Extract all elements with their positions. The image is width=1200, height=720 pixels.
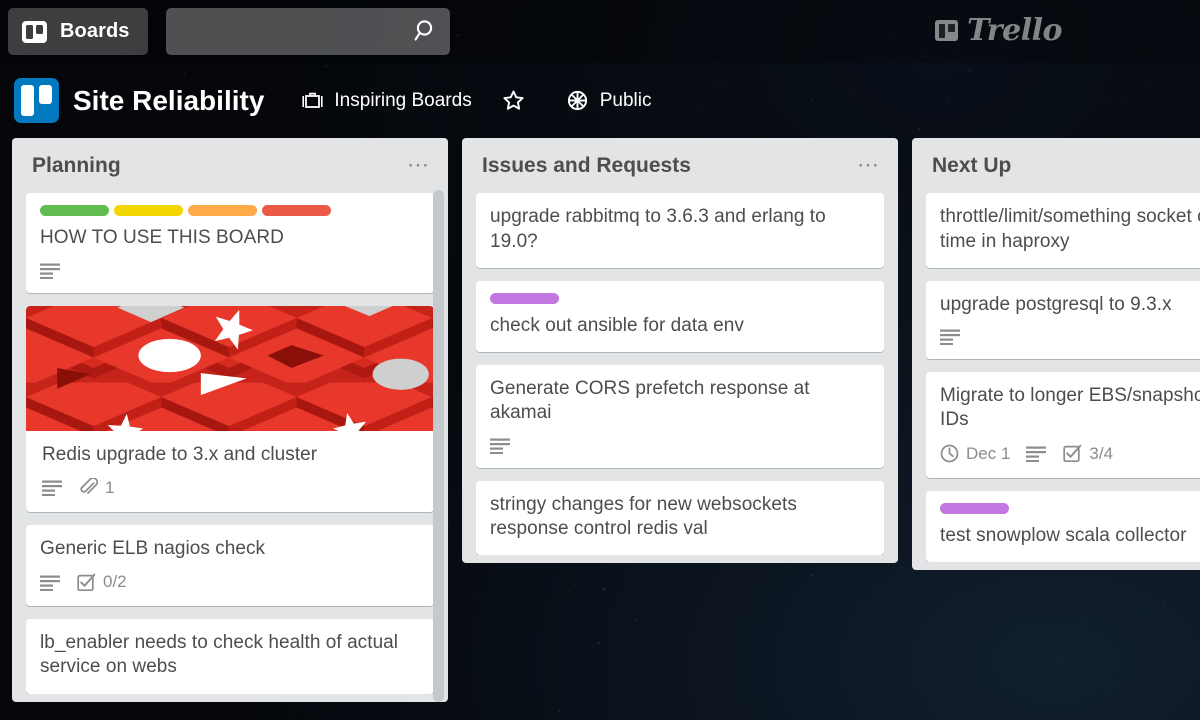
list-header: Next Up⋯ — [912, 138, 1200, 193]
list-cards: HOW TO USE THIS BOARD Redis upgrade to 3.… — [12, 193, 448, 694]
description-icon — [42, 480, 62, 497]
card-labels — [490, 292, 870, 304]
card-title: test snowplow scala collector — [940, 524, 1187, 546]
card-title: Redis upgrade to 3.x and cluster — [42, 443, 318, 465]
visibility-label: Public — [599, 89, 652, 111]
description-icon — [940, 329, 960, 346]
card-badge-due-date: Dec 1 — [940, 444, 1010, 464]
card-badge-text: 3/4 — [1089, 443, 1114, 463]
card-labels — [940, 502, 1200, 514]
card-title: upgrade rabbitmq to 3.6.3 and erlang to … — [490, 206, 826, 252]
card-title: Generate CORS prefetch response at akama… — [490, 378, 810, 424]
card-badge-description — [42, 479, 63, 497]
card-badge-attachment: 1 — [79, 478, 114, 498]
list-header: Issues and Requests ⋯ — [462, 138, 898, 193]
top-navigation-bar: Boards Trello — [0, 0, 1200, 63]
organization-link[interactable]: Inspiring Boards — [293, 83, 480, 119]
ellipsis-icon[interactable]: ⋯ — [397, 153, 434, 181]
card-badge-description — [490, 437, 511, 454]
board-icon — [22, 20, 47, 43]
card-badge-text: Dec 1 — [966, 443, 1011, 463]
card-title: HOW TO USE THIS BOARD — [40, 227, 284, 249]
card-badge-description — [40, 574, 61, 591]
board-list: Next Up⋯ throttle/limit/something socket … — [912, 138, 1200, 571]
board-card[interactable]: test snowplow scala collector — [926, 490, 1200, 563]
clock-icon — [940, 444, 959, 463]
board-title[interactable]: Site Reliability — [73, 85, 264, 117]
board-card[interactable]: upgrade postgresql to 9.3.x — [926, 280, 1200, 360]
description-icon — [40, 263, 60, 279]
card-labels — [40, 205, 420, 217]
organization-label: Inspiring Boards — [334, 89, 472, 111]
card-badge-text: 0/2 — [103, 572, 127, 592]
star-outline-icon — [503, 90, 524, 110]
checklist-icon — [1063, 444, 1082, 463]
board-list: Planning ⋯ HOW TO USE THIS BOARD Redis upgr… — [12, 138, 448, 702]
card-badge-checklist: 3/4 — [1063, 444, 1113, 464]
card-label-chip[interactable] — [114, 205, 183, 217]
card-badge-text: 1 — [105, 477, 115, 497]
card-badges: 0/2 — [40, 572, 420, 592]
card-title: upgrade postgresql to 9.3.x — [940, 293, 1172, 315]
board-card[interactable]: check out ansible for data env — [476, 280, 884, 353]
card-badges: 1 — [26, 478, 434, 498]
visibility-button[interactable]: Public — [557, 82, 661, 119]
card-badge-description — [40, 262, 61, 279]
board-card[interactable]: HOW TO USE THIS BOARD — [26, 193, 434, 293]
list-cards: upgrade rabbitmq to 3.6.3 and erlang to … — [462, 193, 898, 556]
list-title[interactable]: Next Up — [932, 154, 1011, 177]
ellipsis-icon[interactable]: ⋯ — [847, 153, 884, 181]
boards-button[interactable]: Boards — [8, 8, 148, 55]
card-title: lb_enabler needs to check health of actu… — [40, 632, 399, 678]
search-input[interactable] — [178, 8, 408, 55]
boards-button-label: Boards — [60, 20, 130, 42]
globe-icon — [567, 90, 587, 111]
board-card[interactable]: Migrate to longer EBS/snapshot resources… — [926, 372, 1200, 478]
card-label-chip[interactable] — [262, 205, 331, 217]
card-badge-description — [1026, 445, 1047, 463]
card-badge-checklist: 0/2 — [77, 572, 127, 592]
card-badge-description — [940, 328, 961, 346]
description-icon — [490, 438, 510, 454]
card-badges — [940, 328, 1200, 346]
board-card[interactable]: Redis upgrade to 3.x and cluster 1 — [26, 305, 434, 512]
card-label-chip[interactable] — [490, 292, 559, 304]
card-label-chip[interactable] — [40, 205, 109, 217]
description-icon — [1026, 446, 1047, 463]
card-title: Migrate to longer EBS/snapshot resources… — [940, 385, 1200, 431]
checklist-icon — [77, 573, 96, 591]
description-icon — [40, 575, 60, 591]
board-list: Issues and Requests ⋯ upgrade rabbitmq to … — [462, 138, 898, 564]
board-card[interactable]: stringy changes for new websockets respo… — [476, 480, 884, 556]
card-label-chip[interactable] — [188, 205, 257, 217]
card-label-chip[interactable] — [940, 502, 1009, 514]
card-badges — [40, 262, 420, 279]
board-lists-container: Planning ⋯ HOW TO USE THIS BOARD Redis upgr… — [0, 138, 1200, 720]
star-board-button[interactable] — [493, 82, 545, 119]
list-header: Planning ⋯ — [12, 138, 448, 193]
card-title: throttle/limit/something socket connects… — [940, 206, 1200, 252]
list-title[interactable]: Planning — [32, 154, 121, 177]
board-card[interactable]: throttle/limit/something socket connects… — [926, 193, 1200, 268]
card-badges: Dec 1 3/4 — [940, 444, 1200, 464]
trello-wordmark: Trello — [967, 13, 1062, 48]
card-title: stringy changes for new websockets respo… — [490, 493, 797, 540]
list-scrollbar[interactable] — [433, 190, 444, 702]
card-badges — [490, 437, 870, 454]
card-title: Generic ELB nagios check — [40, 537, 266, 559]
card-title: check out ansible for data env — [490, 314, 744, 336]
trello-board-icon — [935, 20, 959, 41]
trello-logo[interactable]: Trello — [935, 13, 1062, 48]
board-card[interactable]: Generate CORS prefetch response at akama… — [476, 365, 884, 468]
board-logo-icon — [14, 78, 59, 123]
board-card[interactable]: lb_enabler needs to check health of actu… — [26, 619, 434, 694]
list-cards: throttle/limit/something socket connects… — [912, 193, 1200, 563]
board-header: Site Reliability Inspiring Boards Public — [0, 63, 1200, 138]
board-card[interactable]: upgrade rabbitmq to 3.6.3 and erlang to … — [476, 193, 884, 268]
card-cover-image — [26, 305, 434, 431]
paperclip-icon — [80, 478, 98, 495]
list-title[interactable]: Issues and Requests — [482, 154, 691, 177]
briefcase-icon — [302, 92, 324, 108]
board-card[interactable]: Generic ELB nagios check 0/2 — [26, 524, 434, 607]
